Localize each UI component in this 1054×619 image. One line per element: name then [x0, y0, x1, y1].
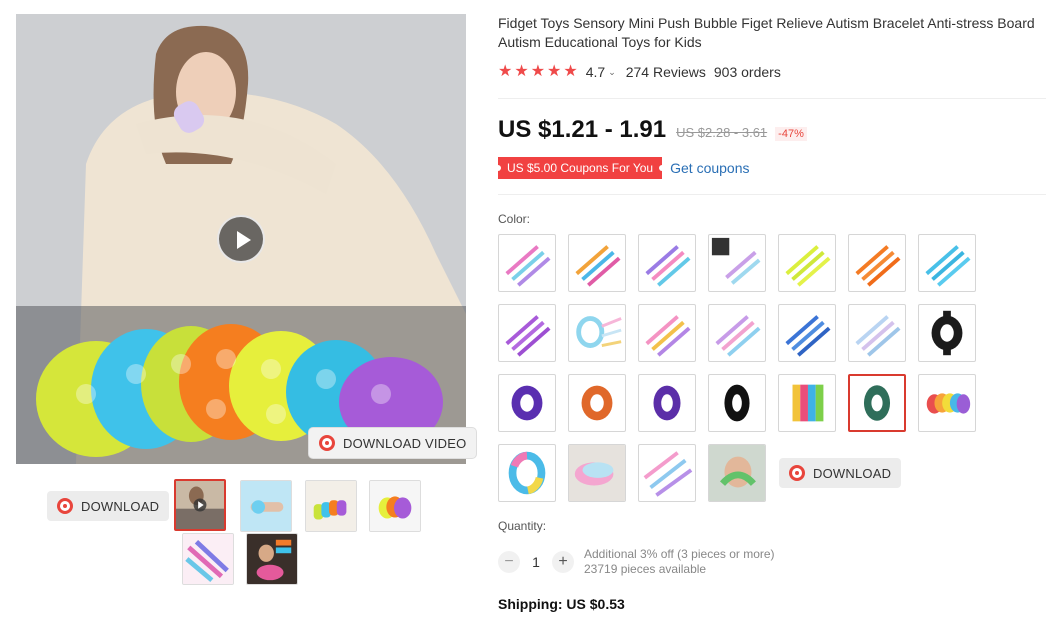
star-icon: ★ — [514, 63, 529, 80]
rating-stars: ★ ★ ★ ★ ★ — [498, 64, 578, 80]
thumbnail-image — [183, 534, 233, 584]
rating-summary: ★ ★ ★ ★ ★ 4.7 ⌄ 274 Reviews 903 orders — [498, 64, 781, 81]
color-swatch[interactable] — [848, 304, 906, 362]
color-swatch[interactable] — [708, 374, 766, 432]
color-swatch[interactable] — [708, 444, 766, 502]
shipping-cost: Shipping: US $0.53 — [498, 596, 625, 612]
thumbnail-image — [176, 481, 224, 529]
get-coupons-link[interactable]: Get coupons — [670, 160, 749, 176]
color-swatch[interactable] — [638, 304, 696, 362]
thumbnail-video[interactable] — [174, 479, 226, 531]
download-icon — [57, 498, 73, 514]
thumbnail-image — [306, 481, 356, 531]
discount-badge: -47% — [775, 127, 807, 141]
color-swatch[interactable] — [568, 304, 626, 362]
color-swatch[interactable] — [918, 234, 976, 292]
divider — [498, 98, 1046, 99]
color-swatch[interactable] — [708, 304, 766, 362]
download-video-button[interactable]: DOWNLOAD VIDEO — [309, 428, 477, 458]
color-swatch[interactable] — [498, 304, 556, 362]
thumbnail-3[interactable] — [305, 480, 357, 532]
download-label: DOWNLOAD — [81, 498, 160, 514]
download-images-button[interactable]: DOWNLOAD — [47, 491, 170, 521]
color-swatch[interactable] — [498, 374, 556, 432]
original-price: US $2.28 - 3.61 — [676, 125, 768, 140]
price-row: US $1.21 - 1.91 US $2.28 - 3.61 -47% — [498, 116, 807, 144]
color-swatch[interactable] — [778, 234, 836, 292]
reviews-link[interactable]: 274 Reviews — [626, 64, 706, 80]
download-icon — [789, 465, 805, 481]
thumbnail-image — [370, 481, 420, 531]
quantity-stepper: − 1 + Additional 3% off (3 pieces or mor… — [498, 547, 775, 577]
color-swatch[interactable] — [498, 444, 556, 502]
product-title: Fidget Toys Sensory Mini Push Bubble Fig… — [498, 15, 1035, 50]
download-icon — [319, 435, 335, 451]
thumbnail-5[interactable] — [182, 533, 234, 585]
download-video-label: DOWNLOAD VIDEO — [343, 435, 467, 451]
coupon-row: US $5.00 Coupons For You Get coupons — [494, 157, 750, 179]
download-swatches-button[interactable]: DOWNLOAD — [779, 458, 902, 488]
color-swatch[interactable] — [778, 304, 836, 362]
color-swatch[interactable] — [498, 234, 556, 292]
thumbnail-2[interactable] — [240, 480, 292, 532]
minus-icon[interactable]: − — [498, 551, 520, 573]
orders-count: 903 orders — [713, 64, 781, 80]
availability-note: 23719 pieces available — [584, 562, 707, 576]
chevron-down-icon[interactable]: ⌄ — [608, 67, 616, 78]
quantity-label: Quantity: — [498, 519, 547, 533]
color-label: Color: — [498, 212, 531, 226]
thumbnail-4[interactable] — [369, 480, 421, 532]
color-swatch[interactable] — [708, 234, 766, 292]
color-swatch[interactable] — [638, 374, 696, 432]
quantity-info: Additional 3% off (3 pieces or more) 237… — [584, 547, 775, 577]
bulk-discount-note: Additional 3% off (3 pieces or more) — [584, 547, 775, 561]
color-swatch-selected[interactable] — [848, 374, 906, 432]
play-icon[interactable] — [217, 215, 265, 263]
color-swatch[interactable] — [568, 444, 626, 502]
main-product-video[interactable] — [16, 14, 466, 464]
star-icon: ★ — [563, 63, 578, 80]
divider — [498, 194, 1046, 195]
color-swatch[interactable] — [568, 374, 626, 432]
thumbnail-image — [241, 481, 291, 531]
current-price: US $1.21 - 1.91 — [498, 116, 667, 143]
thumbnail-6[interactable] — [246, 533, 298, 585]
plus-icon[interactable]: + — [552, 551, 574, 573]
color-swatch[interactable] — [778, 374, 836, 432]
color-swatch[interactable] — [918, 304, 976, 362]
color-swatch[interactable] — [638, 234, 696, 292]
rating-value[interactable]: 4.7 — [586, 64, 605, 80]
color-swatch[interactable] — [918, 374, 976, 432]
download-label: DOWNLOAD — [813, 465, 892, 481]
star-icon: ★ — [547, 63, 562, 80]
star-icon: ★ — [530, 63, 546, 80]
color-swatch[interactable] — [568, 234, 626, 292]
thumbnail-image — [247, 534, 297, 584]
quantity-input[interactable]: 1 — [520, 554, 552, 570]
coupon-badge: US $5.00 Coupons For You — [494, 157, 666, 179]
color-swatch[interactable] — [848, 234, 906, 292]
color-swatch[interactable] — [638, 444, 696, 502]
star-icon: ★ — [498, 63, 513, 80]
